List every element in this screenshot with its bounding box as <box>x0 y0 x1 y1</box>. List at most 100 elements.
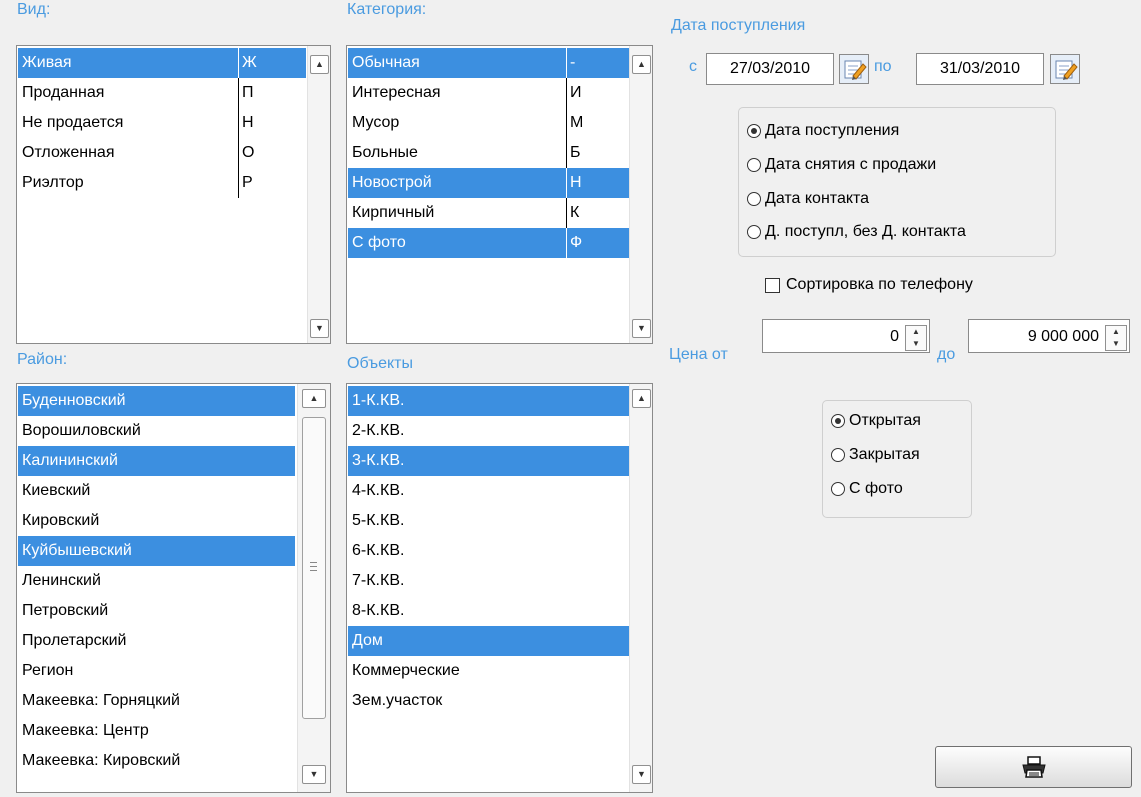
kategoriya-rows: Обычная - Интересная И Мусор М Больные Б Новостр… <box>348 48 629 258</box>
price-to-input[interactable]: 9 000 000 ▲ ▼ <box>968 319 1130 353</box>
list-item-label: Проданная <box>22 84 105 101</box>
list-item[interactable]: Буденновский <box>18 386 295 416</box>
raion-label: Район: <box>17 351 68 368</box>
list-item[interactable]: Кирпичный К <box>348 198 629 228</box>
list-item[interactable]: Мусор М <box>348 108 629 138</box>
list-item[interactable]: С фото Ф <box>348 228 629 258</box>
date-type-group: Дата поступления Дата снятия с продажи Д… <box>738 107 1056 257</box>
radio-open[interactable]: Открытая <box>831 411 921 431</box>
list-item[interactable]: Больные Б <box>348 138 629 168</box>
list-item[interactable]: 3-К.КВ. <box>348 446 629 476</box>
obekty-rows: 1-К.КВ. 2-К.КВ. 3-К.КВ. 4-К.КВ. 5-К.КВ. 6-К.К… <box>348 386 629 716</box>
scroll-up-icon[interactable]: ▲ <box>632 389 651 408</box>
scroll-up-icon[interactable]: ▲ <box>310 55 329 74</box>
list-item[interactable]: Макеевка: Горняцкий <box>18 686 295 716</box>
raion-scrollbar[interactable]: ▲ ▼ <box>297 384 330 792</box>
radio-closed[interactable]: Закрытая <box>831 445 920 465</box>
obekty-scrollbar[interactable]: ▲ ▼ <box>629 384 652 792</box>
price-from-label: Цена от <box>669 346 728 363</box>
list-item-label: Больные <box>352 144 418 161</box>
radio-dot <box>831 414 845 428</box>
radio-date-contact[interactable]: Дата контакта <box>747 189 869 209</box>
calendar-edit-icon[interactable] <box>839 54 869 84</box>
list-item[interactable]: Не продается Н <box>18 108 306 138</box>
list-item[interactable]: 2-К.КВ. <box>348 416 629 446</box>
spin-up-icon[interactable]: ▲ <box>1106 326 1126 338</box>
list-item[interactable]: Обычная - <box>348 48 629 78</box>
scroll-down-icon[interactable]: ▼ <box>310 319 329 338</box>
list-item[interactable]: 7-К.КВ. <box>348 566 629 596</box>
list-item[interactable]: Ленинский <box>18 566 295 596</box>
list-item-label: Регион <box>22 662 74 679</box>
price-to-spinner[interactable]: ▲ ▼ <box>1105 325 1127 351</box>
list-item-label: 1-К.КВ. <box>352 392 405 409</box>
date-from-input[interactable]: 27/03/2010 <box>706 53 834 85</box>
list-item[interactable]: Петровский <box>18 596 295 626</box>
sort-by-phone-checkbox[interactable]: Сортировка по телефону <box>765 275 973 295</box>
list-item-label: Куйбышевский <box>22 542 132 559</box>
list-item[interactable]: Новострой Н <box>348 168 629 198</box>
obekty-listbox[interactable]: 1-К.КВ. 2-К.КВ. 3-К.КВ. 4-К.КВ. 5-К.КВ. 6-К.К… <box>346 383 653 793</box>
list-item[interactable]: Дом <box>348 626 629 656</box>
spin-down-icon[interactable]: ▼ <box>1106 338 1126 350</box>
visibility-group: Открытая Закрытая С фото <box>822 400 972 518</box>
list-item[interactable]: Проданная П <box>18 78 306 108</box>
spin-down-icon[interactable]: ▼ <box>906 338 926 350</box>
list-item-code: Ф <box>566 228 582 258</box>
radio-date-received-no-contact[interactable]: Д. поступл, без Д. контакта <box>747 222 966 242</box>
list-item-code: И <box>566 78 582 108</box>
vid-listbox[interactable]: Живая Ж Проданная П Не продается Н Отложенная О… <box>16 45 331 344</box>
list-item[interactable]: Киевский <box>18 476 295 506</box>
kategoriya-scrollbar[interactable]: ▲ ▼ <box>629 46 652 343</box>
radio-dot <box>831 448 845 462</box>
checkbox-box <box>765 277 780 293</box>
list-item[interactable]: 8-К.КВ. <box>348 596 629 626</box>
radio-date-received[interactable]: Дата поступления <box>747 121 899 141</box>
radio-label: Д. поступл, без Д. контакта <box>765 223 966 240</box>
list-item[interactable]: 5-К.КВ. <box>348 506 629 536</box>
list-item[interactable]: Ворошиловский <box>18 416 295 446</box>
scroll-down-icon[interactable]: ▼ <box>632 765 651 784</box>
spin-up-icon[interactable]: ▲ <box>906 326 926 338</box>
print-button[interactable] <box>935 746 1132 788</box>
list-item[interactable]: Пролетарский <box>18 626 295 656</box>
raion-listbox[interactable]: Буденновский Ворошиловский Калининский Киев… <box>16 383 331 793</box>
price-from-input[interactable]: 0 ▲ ▼ <box>762 319 930 353</box>
list-item-label: 6-К.КВ. <box>352 542 405 559</box>
price-to-value: 9 000 000 <box>1027 328 1099 345</box>
list-item[interactable]: Куйбышевский <box>18 536 295 566</box>
radio-with-photo[interactable]: С фото <box>831 479 903 499</box>
list-item[interactable]: Зем.участок <box>348 686 629 716</box>
list-item-label: Макеевка: Центр <box>22 722 149 739</box>
scroll-up-icon[interactable]: ▲ <box>632 55 651 74</box>
list-item-label: Макеевка: Кировский <box>22 752 181 769</box>
list-item[interactable]: Кировский <box>18 506 295 536</box>
list-item[interactable]: Отложенная О <box>18 138 306 168</box>
list-item[interactable]: Коммерческие <box>348 656 629 686</box>
list-item[interactable]: Калининский <box>18 446 295 476</box>
date-to-input[interactable]: 31/03/2010 <box>916 53 1044 85</box>
scroll-down-icon[interactable]: ▼ <box>302 765 326 784</box>
list-item[interactable]: Живая Ж <box>18 48 306 78</box>
list-item[interactable]: Регион <box>18 656 295 686</box>
calendar-edit-icon[interactable] <box>1050 54 1080 84</box>
list-item[interactable]: 4-К.КВ. <box>348 476 629 506</box>
list-item-label: Киевский <box>22 482 91 499</box>
vid-scrollbar[interactable]: ▲ ▼ <box>307 46 330 343</box>
list-item-label: Макеевка: Горняцкий <box>22 692 180 709</box>
list-item-label: 3-К.КВ. <box>352 452 405 469</box>
list-item[interactable]: Интересная И <box>348 78 629 108</box>
list-item[interactable]: Макеевка: Центр <box>18 716 295 746</box>
kategoriya-listbox[interactable]: Обычная - Интересная И Мусор М Больные Б Новостр… <box>346 45 653 344</box>
list-item[interactable]: Макеевка: Кировский <box>18 746 295 776</box>
list-item[interactable]: 6-К.КВ. <box>348 536 629 566</box>
scroll-up-icon[interactable]: ▲ <box>302 389 326 408</box>
scroll-thumb[interactable] <box>302 417 326 719</box>
list-item[interactable]: Риэлтор Р <box>18 168 306 198</box>
scroll-down-icon[interactable]: ▼ <box>632 319 651 338</box>
radio-date-removed[interactable]: Дата снятия с продажи <box>747 155 936 175</box>
list-item[interactable]: 1-К.КВ. <box>348 386 629 416</box>
price-from-spinner[interactable]: ▲ ▼ <box>905 325 927 351</box>
list-item-label: Ленинский <box>22 572 101 589</box>
list-item-code: М <box>566 108 583 138</box>
